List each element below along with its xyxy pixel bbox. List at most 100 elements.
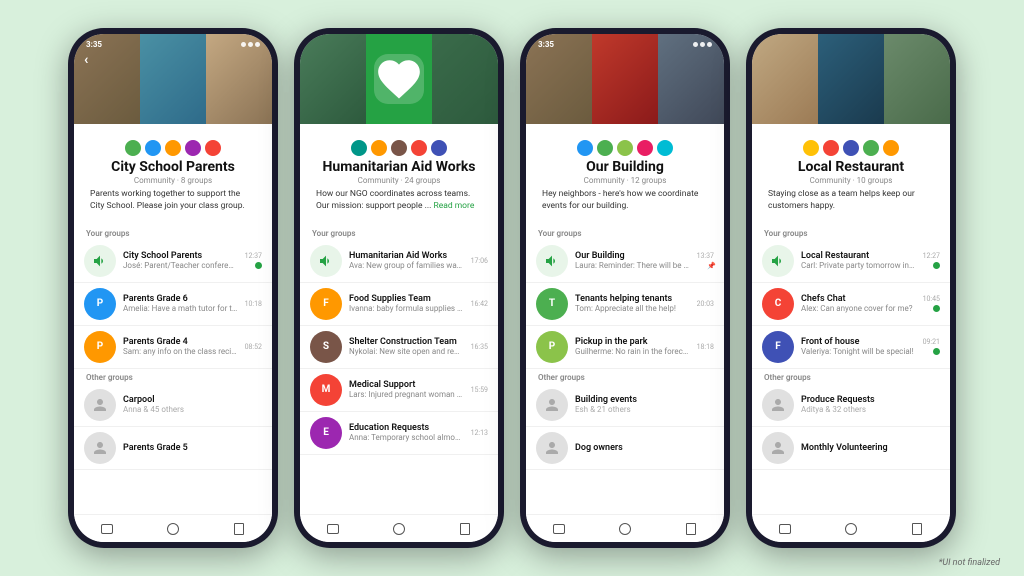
member-avatar-1 xyxy=(350,139,368,157)
nav-home-button[interactable] xyxy=(617,521,633,537)
unread-indicator xyxy=(933,348,940,355)
nav-back-button[interactable] xyxy=(99,521,115,537)
phone-content-4[interactable]: Local Restaurant Community · 10 groups S… xyxy=(752,124,950,514)
chat-item[interactable]: M Medical Support Lars: Injured pregnant… xyxy=(300,369,498,412)
chat-info: Medical Support Lars: Injured pregnant w… xyxy=(349,380,464,399)
chat-info: Parents Grade 6 Amelia: Have a math tuto… xyxy=(123,294,238,313)
status-bar: 3:35 xyxy=(538,40,712,49)
community-desc: Staying close as a team helps keep our c… xyxy=(764,189,938,213)
chat-meta: 12:27 xyxy=(923,252,940,269)
chat-preview: José: Parent/Teacher conferences ... xyxy=(123,261,238,270)
member-avatar-3 xyxy=(842,139,860,157)
nav-home-button[interactable] xyxy=(165,521,181,537)
phone-content-2[interactable]: Humanitarian Aid Works Community · 24 gr… xyxy=(300,124,498,514)
other-group-item[interactable]: Produce Requests Aditya & 32 others xyxy=(752,384,950,427)
chat-item[interactable]: E Education Requests Anna: Temporary sch… xyxy=(300,412,498,455)
member-avatar-5 xyxy=(882,139,900,157)
nav-home-button[interactable] xyxy=(843,521,859,537)
nav-back-button[interactable] xyxy=(325,521,341,537)
chat-info: Pickup in the park Guilherme: No rain in… xyxy=(575,337,690,356)
nav-home-button[interactable] xyxy=(391,521,407,537)
member-avatar-4 xyxy=(410,139,428,157)
chat-item[interactable]: P Parents Grade 4 Sam: any info on the c… xyxy=(74,326,272,369)
other-info: Building events Esh & 21 others xyxy=(575,395,714,414)
other-group-item[interactable]: Monthly Volunteering xyxy=(752,427,950,470)
wifi-icon xyxy=(248,42,253,47)
chat-item[interactable]: Local Restaurant Carl: Private party tom… xyxy=(752,240,950,283)
chat-meta: 20:03 xyxy=(697,300,714,308)
community-desc: Hey neighbors - here's how we coordinate… xyxy=(538,189,712,213)
member-avatar-4 xyxy=(862,139,880,157)
member-avatars xyxy=(764,139,938,157)
other-name: Produce Requests xyxy=(801,395,940,405)
chat-meta: 08:52 xyxy=(245,343,262,351)
megaphone-icon xyxy=(84,245,116,277)
phone-header-4 xyxy=(752,34,950,124)
gray-avatar xyxy=(536,432,568,464)
chat-item[interactable]: Our Building Laura: Reminder: There will… xyxy=(526,240,724,283)
member-avatar-3 xyxy=(616,139,634,157)
community-header: Our Building Community · 12 groups Hey n… xyxy=(526,124,724,225)
chat-item[interactable]: City School Parents José: Parent/Teacher… xyxy=(74,240,272,283)
phone-1: 3:35 ‹ City School Parents Community · 8… xyxy=(68,28,278,548)
chat-time: 15:59 xyxy=(471,386,488,394)
phone-content-1[interactable]: City School Parents Community · 8 groups… xyxy=(74,124,272,514)
other-group-item[interactable]: Parents Grade 5 xyxy=(74,427,272,470)
community-header: Humanitarian Aid Works Community · 24 gr… xyxy=(300,124,498,225)
nav-back-button[interactable] xyxy=(777,521,793,537)
other-group-item[interactable]: Carpool Anna & 45 others xyxy=(74,384,272,427)
chat-avatar: P xyxy=(84,288,116,320)
chat-avatar: P xyxy=(536,331,568,363)
chat-name: Food Supplies Team xyxy=(349,294,464,304)
nav-recent-button[interactable] xyxy=(683,521,699,537)
status-time: 3:35 xyxy=(538,40,554,49)
chat-name: Parents Grade 6 xyxy=(123,294,238,304)
status-time: 3:35 xyxy=(86,40,102,49)
header-bg-center xyxy=(818,34,884,124)
other-group-item[interactable]: Building events Esh & 21 others xyxy=(526,384,724,427)
community-title: Humanitarian Aid Works xyxy=(312,159,486,176)
chat-item[interactable]: P Parents Grade 6 Amelia: Have a math tu… xyxy=(74,283,272,326)
chat-meta: 10:45 xyxy=(923,295,940,312)
chat-name: City School Parents xyxy=(123,251,238,261)
chat-info: Local Restaurant Carl: Private party tom… xyxy=(801,251,916,270)
megaphone-icon xyxy=(762,245,794,277)
back-button[interactable]: ‹ xyxy=(84,52,88,68)
nav-recent-button[interactable] xyxy=(457,521,473,537)
chat-meta: 17:06 xyxy=(471,257,488,265)
chat-preview: Tom: Appreciate all the help! xyxy=(575,304,690,313)
phone-screen-4: Local Restaurant Community · 10 groups S… xyxy=(752,34,950,542)
chat-item[interactable]: S Shelter Construction Team Nykolai: New… xyxy=(300,326,498,369)
chat-time: 16:35 xyxy=(471,343,488,351)
unread-indicator xyxy=(933,262,940,269)
chat-item[interactable]: F Food Supplies Team Ivanna: baby formul… xyxy=(300,283,498,326)
chat-name: Our Building xyxy=(575,251,690,261)
other-groups-label: Other groups xyxy=(752,369,950,384)
phone-nav-bar xyxy=(526,514,724,542)
other-group-item[interactable]: Dog owners xyxy=(526,427,724,470)
other-name: Carpool xyxy=(123,395,262,405)
phone-nav-bar xyxy=(752,514,950,542)
nav-recent-button[interactable] xyxy=(231,521,247,537)
chat-name: Front of house xyxy=(801,337,916,347)
member-avatars xyxy=(312,139,486,157)
chat-meta: 10:18 xyxy=(245,300,262,308)
nav-back-button[interactable] xyxy=(551,521,567,537)
chat-meta: 12:13 xyxy=(471,429,488,437)
member-avatar-3 xyxy=(164,139,182,157)
read-more-link[interactable]: Read more xyxy=(433,201,474,211)
chat-item[interactable]: Humanitarian Aid Works Ava: New group of… xyxy=(300,240,498,283)
gray-avatar xyxy=(762,389,794,421)
phone-header-2 xyxy=(300,34,498,124)
chat-item[interactable]: C Chefs Chat Alex: Can anyone cover for … xyxy=(752,283,950,326)
chat-item[interactable]: F Front of house Valeriya: Tonight will … xyxy=(752,326,950,369)
chat-name: Chefs Chat xyxy=(801,294,916,304)
gray-avatar xyxy=(536,389,568,421)
unread-indicator xyxy=(933,305,940,312)
chat-item[interactable]: T Tenants helping tenants Tom: Appreciat… xyxy=(526,283,724,326)
chat-item[interactable]: P Pickup in the park Guilherme: No rain … xyxy=(526,326,724,369)
chat-info: Food Supplies Team Ivanna: baby formula … xyxy=(349,294,464,313)
nav-recent-button[interactable] xyxy=(909,521,925,537)
phone-content-3[interactable]: Our Building Community · 12 groups Hey n… xyxy=(526,124,724,514)
phone-header-1: 3:35 ‹ xyxy=(74,34,272,124)
